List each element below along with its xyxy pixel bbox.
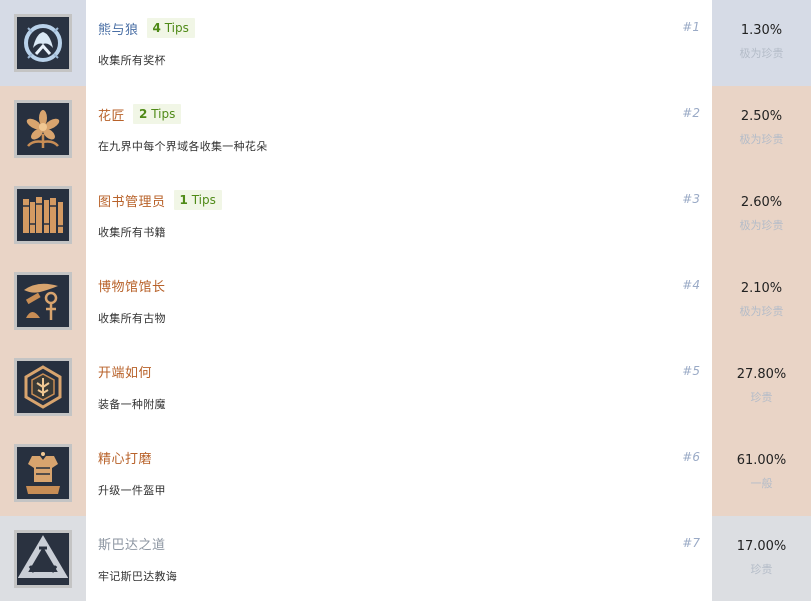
trophy-description: 在九界中每个界域各收集一种花朵	[98, 140, 268, 153]
trophy-icon-cell	[0, 0, 86, 86]
trophy-info: 熊与狼 4 Tips 收集所有奖杯 #1	[86, 0, 712, 86]
trophy-info: 斯巴达之道 牢记斯巴达教诲 #7	[86, 516, 712, 601]
rarity-label: 珍贵	[750, 563, 773, 576]
trophy-rank: #6	[682, 450, 700, 464]
rarity-label: 极为珍贵	[739, 47, 784, 60]
trophy-stats: 27.80% 珍贵	[712, 344, 811, 430]
trophy-row[interactable]: 熊与狼 4 Tips 收集所有奖杯 #1 1.30% 极为珍贵	[0, 0, 811, 86]
trophy-stats: 2.60% 极为珍贵	[712, 172, 811, 258]
trophy-stats: 2.50% 极为珍贵	[712, 86, 811, 172]
rarity-label: 一般	[750, 477, 773, 490]
rarity-label: 珍贵	[750, 391, 773, 404]
trophy-icon-cell	[0, 172, 86, 258]
trophy-rank: #3	[682, 192, 700, 206]
books-icon[interactable]	[14, 186, 72, 244]
trophy-title[interactable]: 开端如何	[98, 362, 152, 381]
spartan-triangle-icon[interactable]	[14, 529, 72, 588]
trophy-description: 装备一种附魔	[98, 398, 166, 411]
trophy-title[interactable]: 博物馆馆长	[98, 276, 166, 295]
trophy-description: 收集所有奖杯	[98, 54, 166, 67]
trophy-stats: 2.10% 极为珍贵	[712, 258, 811, 344]
trophy-row[interactable]: 博物馆馆长 收集所有古物 #4 2.10% 极为珍贵	[0, 258, 811, 344]
earned-percent: 2.60%	[740, 195, 783, 210]
trophy-stats: 61.00% 一般	[712, 430, 811, 516]
earned-percent: 27.80%	[736, 367, 787, 382]
trophy-info: 图书管理员 1 Tips 收集所有书籍 #3	[86, 172, 712, 258]
trophy-title[interactable]: 斯巴达之道	[98, 534, 166, 553]
trophy-row[interactable]: 图书管理员 1 Tips 收集所有书籍 #3 2.60% 极为珍贵	[0, 172, 811, 258]
trophy-stats: 1.30% 极为珍贵	[712, 0, 811, 86]
trophy-stats: 17.00% 珍贵	[712, 516, 811, 601]
trophy-rank: #2	[682, 106, 700, 120]
enchantment-icon[interactable]	[14, 358, 72, 416]
armor-icon[interactable]	[14, 444, 72, 502]
trophy-list: 熊与狼 4 Tips 收集所有奖杯 #1 1.30% 极为珍贵 花匠 2 Tip…	[0, 0, 811, 601]
trophy-info: 花匠 2 Tips 在九界中每个界域各收集一种花朵 #2	[86, 86, 712, 172]
platinum-bear-wolf-icon[interactable]	[14, 14, 72, 72]
trophy-rank: #7	[682, 536, 700, 550]
trophy-description: 牢记斯巴达教诲	[98, 570, 178, 583]
rarity-label: 极为珍贵	[739, 305, 784, 318]
flower-icon[interactable]	[14, 100, 72, 158]
tips-badge[interactable]: 4 Tips	[146, 18, 195, 38]
trophy-rank: #5	[682, 364, 700, 378]
earned-percent: 61.00%	[736, 453, 787, 468]
trophy-row[interactable]: 精心打磨 升级一件盔甲 #6 61.00% 一般	[0, 430, 811, 516]
earned-percent: 2.10%	[740, 281, 783, 296]
trophy-row[interactable]: 斯巴达之道 牢记斯巴达教诲 #7 17.00% 珍贵	[0, 516, 811, 601]
trophy-rank: #4	[682, 278, 700, 292]
trophy-row[interactable]: 花匠 2 Tips 在九界中每个界域各收集一种花朵 #2 2.50% 极为珍贵	[0, 86, 811, 172]
earned-percent: 17.00%	[736, 539, 787, 554]
trophy-row[interactable]: 开端如何 装备一种附魔 #5 27.80% 珍贵	[0, 344, 811, 430]
tips-badge[interactable]: 2 Tips	[133, 104, 182, 124]
trophy-description: 收集所有古物	[98, 312, 166, 325]
trophy-icon-cell	[0, 430, 86, 516]
trophy-title[interactable]: 熊与狼	[98, 19, 139, 38]
trophy-info: 开端如何 装备一种附魔 #5	[86, 344, 712, 430]
trophy-description: 升级一件盔甲	[98, 484, 166, 497]
trophy-icon-cell	[0, 516, 86, 601]
trophy-description: 收集所有书籍	[98, 226, 166, 239]
trophy-icon-cell	[0, 86, 86, 172]
artifacts-icon[interactable]	[14, 272, 72, 330]
trophy-info: 博物馆馆长 收集所有古物 #4	[86, 258, 712, 344]
trophy-icon-cell	[0, 344, 86, 430]
earned-percent: 2.50%	[740, 109, 783, 124]
trophy-title[interactable]: 精心打磨	[98, 448, 152, 467]
rarity-label: 极为珍贵	[739, 133, 784, 146]
trophy-title[interactable]: 花匠	[98, 105, 125, 124]
trophy-title[interactable]: 图书管理员	[98, 191, 166, 210]
rarity-label: 极为珍贵	[739, 219, 784, 232]
tips-badge[interactable]: 1 Tips	[173, 190, 222, 210]
trophy-rank: #1	[682, 20, 700, 34]
earned-percent: 1.30%	[740, 23, 783, 38]
trophy-icon-cell	[0, 258, 86, 344]
trophy-info: 精心打磨 升级一件盔甲 #6	[86, 430, 712, 516]
